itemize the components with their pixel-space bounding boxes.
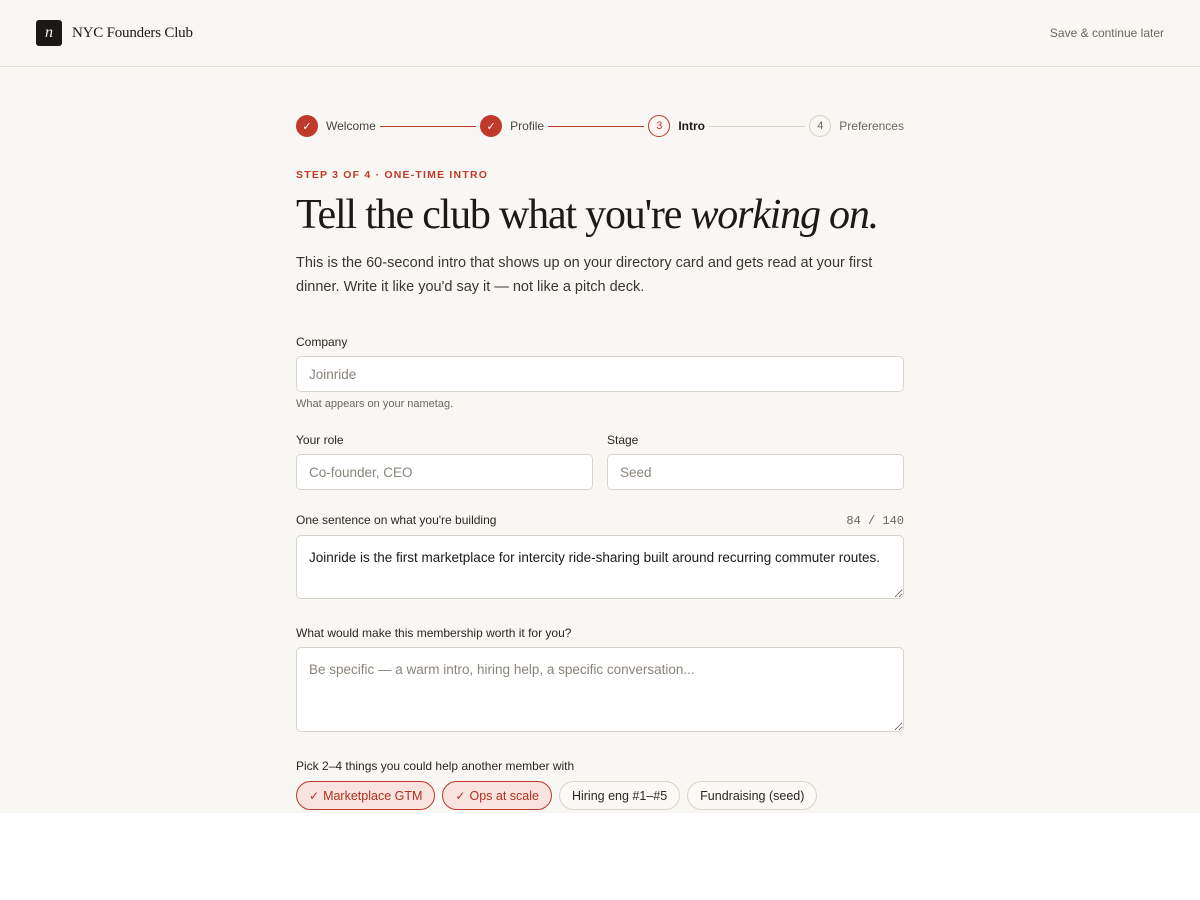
title-emphasis: working on.: [690, 192, 879, 238]
character-counter: 84 / 140: [846, 514, 904, 529]
help-chip-group: ✓ Marketplace GTM ✓ Ops at scale Hiring en…: [296, 781, 904, 811]
top-bar: n NYC Founders Club Save & continue late…: [0, 0, 1200, 67]
title-main: Tell the club what you're: [296, 192, 691, 238]
step-eyebrow: Step 3 of 4 · One-time intro: [296, 169, 489, 181]
company-input[interactable]: [296, 356, 904, 393]
role-label: Your role: [296, 433, 344, 448]
step-welcome: ✓ Welcome: [296, 115, 376, 137]
worth-label: What would make this membership worth it…: [296, 626, 572, 641]
page-title: Tell the club what you're working on.: [296, 193, 904, 237]
worth-textarea[interactable]: [296, 647, 904, 733]
save-continue-later-link[interactable]: Save & continue later: [1050, 26, 1164, 40]
chip-label: Fundraising (seed): [700, 788, 805, 803]
role-field: Your role: [296, 433, 593, 491]
chip-marketplace-gtm[interactable]: ✓ Marketplace GTM: [296, 781, 436, 811]
chip-fundraising-seed[interactable]: Fundraising (seed): [687, 781, 818, 811]
step-label: Preferences: [839, 119, 904, 133]
worth-field: What would make this membership worth it…: [296, 626, 904, 733]
help-label: Pick 2–4 things you could help another m…: [296, 759, 575, 774]
brand-name: NYC Founders Club: [72, 24, 193, 41]
stage-input[interactable]: [607, 454, 904, 491]
chip-label: Marketplace GTM: [323, 788, 423, 803]
chip-label: Hiring eng #1–#5: [571, 788, 668, 803]
step-label: Profile: [510, 119, 545, 133]
company-field: Company What appears on your nametag.: [296, 335, 904, 410]
check-icon: ✓: [455, 788, 466, 803]
step-number: 4: [809, 115, 832, 137]
onboarding-page: n NYC Founders Club Save & continue late…: [0, 0, 1200, 813]
step-connector: [379, 125, 477, 127]
chip-label: Ops at scale: [469, 788, 539, 803]
intro-form-section: ✓ Welcome ✓ Profile 3 Intro 4 Preference…: [296, 67, 904, 811]
role-stage-row: Your role Stage: [296, 433, 904, 491]
intro-description: This is the 60-second intro that shows u…: [296, 255, 873, 296]
role-input[interactable]: [296, 454, 593, 491]
brand-logo-icon: n: [36, 20, 62, 46]
check-icon: ✓: [480, 115, 503, 137]
stage-field: Stage: [607, 433, 904, 491]
chip-ops-at-scale[interactable]: ✓ Ops at scale: [442, 781, 552, 811]
step-label: Intro: [678, 119, 706, 133]
step-number: 3: [648, 115, 671, 137]
sentence-textarea[interactable]: Joinride is the first marketplace for in…: [296, 535, 904, 600]
check-icon: ✓: [296, 115, 318, 137]
step-connector: [548, 125, 645, 127]
stage-label: Stage: [607, 433, 639, 448]
chip-hiring-eng[interactable]: Hiring eng #1–#5: [558, 781, 681, 811]
sentence-field: One sentence on what you're building 84 …: [296, 513, 904, 600]
sentence-label: One sentence on what you're building: [296, 513, 497, 528]
step-connector: [709, 125, 806, 127]
step-label: Welcome: [326, 119, 376, 133]
brand[interactable]: n NYC Founders Club: [36, 20, 193, 46]
step-preferences: 4 Preferences: [809, 115, 904, 137]
company-label: Company: [296, 335, 348, 350]
company-hint: What appears on your nametag.: [296, 398, 454, 411]
sentence-label-row: One sentence on what you're building 84 …: [296, 513, 904, 528]
check-icon: ✓: [309, 788, 320, 803]
help-field: Pick 2–4 things you could help another m…: [296, 759, 904, 811]
progress-stepper: ✓ Welcome ✓ Profile 3 Intro 4 Preference…: [296, 115, 904, 137]
step-intro: 3 Intro: [648, 115, 705, 137]
step-profile: ✓ Profile: [480, 115, 544, 137]
